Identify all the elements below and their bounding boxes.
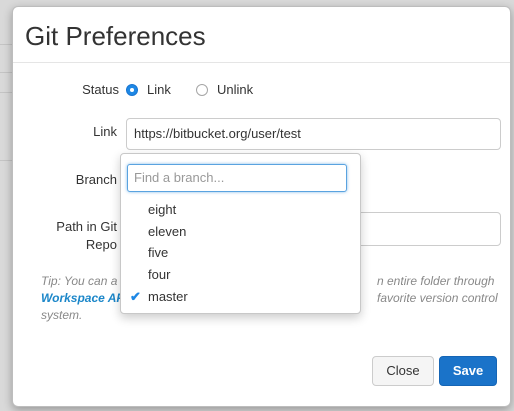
branch-option-label: eight: [148, 202, 177, 217]
tip-prefix: Tip: You can a: [41, 274, 118, 288]
link-label: Link: [93, 124, 117, 139]
branch-option-master[interactable]: ✔ master: [121, 286, 360, 307]
background-divider: [0, 160, 12, 161]
path-label-line1: Path in Git: [56, 219, 117, 234]
close-button[interactable]: Close: [372, 356, 434, 386]
branch-option-label: eleven: [148, 224, 187, 239]
status-unlink-radio[interactable]: [196, 84, 208, 96]
branch-option-label: four: [148, 267, 171, 282]
workspace-api-link[interactable]: Workspace AP: [41, 290, 124, 307]
branch-dropdown: Find a branch... eight eleven five four …: [120, 153, 361, 314]
status-link-label[interactable]: Link: [147, 82, 171, 97]
tip-last-line: system.: [41, 308, 83, 322]
background-divider: [0, 92, 12, 93]
background-divider: [0, 44, 12, 45]
dialog-title: Git Preferences: [25, 21, 206, 51]
branch-option-eight[interactable]: eight: [121, 199, 360, 220]
branch-label: Branch: [75, 172, 117, 187]
dialog-header: Git Preferences: [13, 7, 510, 63]
tip-suffix: favorite version control: [377, 291, 498, 305]
branch-search-input[interactable]: Find a branch...: [127, 164, 347, 192]
branch-option-label: master: [148, 289, 188, 304]
save-button[interactable]: Save: [439, 356, 497, 386]
branch-option-label: five: [148, 245, 169, 260]
branch-option-four[interactable]: four: [121, 264, 360, 285]
branch-option-five[interactable]: five: [121, 242, 360, 263]
status-label: Status: [82, 82, 119, 97]
checkmark-icon: ✔: [130, 289, 141, 304]
tip-middle: n entire folder through: [377, 274, 495, 288]
status-unlink-label[interactable]: Unlink: [217, 82, 253, 97]
path-label-line2: Repo: [85, 237, 117, 252]
status-link-radio[interactable]: [126, 84, 138, 96]
branch-option-eleven[interactable]: eleven: [121, 221, 360, 242]
background-divider: [0, 72, 12, 73]
link-url-input[interactable]: https://bitbucket.org/user/test: [126, 118, 501, 150]
